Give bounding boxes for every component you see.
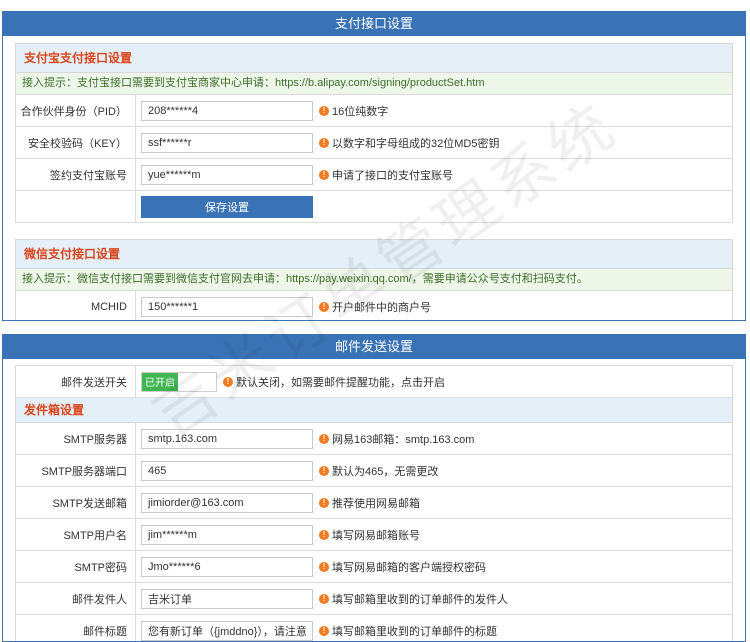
mail-switch-toggle[interactable]: 已开启: [141, 371, 217, 392]
mail-switch-row: 邮件发送开关 已开启 ! 默认关闭，如需要邮件提醒功能，点击开启: [16, 366, 732, 398]
sender-mail-row: SMTP发送邮箱 !推荐使用网易邮箱: [16, 487, 732, 519]
info-dot-icon: !: [319, 497, 329, 508]
save-button[interactable]: 保存设置: [141, 195, 313, 218]
payment-settings-panel: 支付接口设置 支付宝支付接口设置 接入提示：支付宝接口需要到支付宝商家中心申请：…: [2, 11, 746, 321]
subject-row: 邮件标题 !填写邮箱里收到的订单邮件的标题: [16, 615, 732, 641]
subject-label: 邮件标题: [16, 615, 136, 641]
port-row: SMTP服务器端口 !默认为465，无需更改: [16, 455, 732, 487]
mchid-input[interactable]: [141, 296, 313, 317]
sender-mail-label: SMTP发送邮箱: [16, 487, 136, 518]
mail-switch-section: 邮件发送开关 已开启 ! 默认关闭，如需要邮件提醒功能，点击开启 发件箱设置 SM…: [15, 365, 733, 641]
pid-label: 合作伙伴身份（PID）: [16, 95, 136, 126]
smtp-port-input[interactable]: [141, 460, 313, 481]
smtp-email-input[interactable]: [141, 492, 313, 513]
account-input[interactable]: [141, 164, 313, 185]
info-dot-icon: !: [319, 561, 329, 572]
sender-name-input[interactable]: [141, 588, 313, 609]
info-dot-icon: !: [319, 625, 329, 636]
wechat-row-mchid: MCHID !开户邮件中的商户号: [16, 291, 732, 320]
info-dot-icon: !: [319, 105, 329, 116]
mchid-label: MCHID: [16, 291, 136, 320]
pid-input[interactable]: [141, 100, 313, 121]
password-label: SMTP密码: [16, 551, 136, 582]
subject-hint: 填写邮箱里收到的订单邮件的标题: [332, 625, 497, 638]
smtp-password-input[interactable]: [141, 556, 313, 577]
key-input[interactable]: [141, 132, 313, 153]
info-dot-icon: !: [319, 529, 329, 540]
info-dot-icon: !: [319, 301, 329, 312]
outbox-section-title: 发件箱设置: [16, 398, 732, 423]
username-row: SMTP用户名 !填写网易邮箱账号: [16, 519, 732, 551]
smtp-row: SMTP服务器 !网易163邮箱：smtp.163.com: [16, 423, 732, 455]
smtp-hint: 网易163邮箱：smtp.163.com: [332, 433, 475, 446]
alipay-row-save: 保存设置: [16, 191, 732, 223]
info-dot-icon: !: [319, 593, 329, 604]
password-row: SMTP密码 !填写网易邮箱的客户端授权密码: [16, 551, 732, 583]
pid-hint: 16位纯数字: [332, 105, 389, 118]
username-label: SMTP用户名: [16, 519, 136, 550]
mail-panel-title: 邮件发送设置: [3, 335, 745, 359]
port-label: SMTP服务器端口: [16, 455, 136, 486]
sender-mail-hint: 推荐使用网易邮箱: [332, 497, 420, 510]
smtp-label: SMTP服务器: [16, 423, 136, 454]
wechat-section: 微信支付接口设置 接入提示：微信支付接口需要到微信支付官网去申请：https:/…: [15, 239, 733, 320]
sender-name-hint: 填写邮箱里收到的订单邮件的发件人: [332, 593, 508, 606]
sender-name-row: 邮件发件人 !填写邮箱里收到的订单邮件的发件人: [16, 583, 732, 615]
alipay-row-account: 签约支付宝账号 !申请了接口的支付宝账号: [16, 159, 732, 191]
password-hint: 填写网易邮箱的客户端授权密码: [332, 561, 486, 574]
key-hint: 以数字和字母组成的32位MD5密钥: [332, 137, 500, 150]
alipay-section-title: 支付宝支付接口设置: [16, 43, 732, 73]
smtp-server-input[interactable]: [141, 428, 313, 449]
alipay-row-key: 安全校验码（KEY） !以数字和字母组成的32位MD5密钥: [16, 127, 732, 159]
info-dot-icon: !: [223, 376, 233, 387]
account-hint: 申请了接口的支付宝账号: [332, 169, 453, 182]
switch-label: 邮件发送开关: [16, 366, 136, 397]
info-dot-icon: !: [319, 465, 329, 476]
info-dot-icon: !: [319, 137, 329, 148]
switch-hint: 默认关闭，如需要邮件提醒功能，点击开启: [236, 376, 445, 389]
payment-panel-title: 支付接口设置: [3, 12, 745, 36]
switch-on-text: 已开启: [142, 372, 178, 391]
info-dot-icon: !: [319, 433, 329, 444]
key-label: 安全校验码（KEY）: [16, 127, 136, 158]
alipay-row-pid: 合作伙伴身份（PID） !16位纯数字: [16, 95, 732, 127]
sender-name-label: 邮件发件人: [16, 583, 136, 614]
account-label: 签约支付宝账号: [16, 159, 136, 190]
username-hint: 填写网易邮箱账号: [332, 529, 420, 542]
wechat-tip: 接入提示：微信支付接口需要到微信支付官网去申请：https://pay.weix…: [16, 269, 732, 291]
smtp-username-input[interactable]: [141, 524, 313, 545]
alipay-section: 支付宝支付接口设置 接入提示：支付宝接口需要到支付宝商家中心申请：https:/…: [15, 43, 733, 223]
info-dot-icon: !: [319, 169, 329, 180]
alipay-tip: 接入提示：支付宝接口需要到支付宝商家中心申请：https://b.alipay.…: [16, 73, 732, 95]
mail-settings-panel: 邮件发送设置 邮件发送开关 已开启 ! 默认关闭，如需要邮件提醒功能，点击开启 发…: [2, 334, 746, 642]
port-hint: 默认为465，无需更改: [332, 465, 439, 478]
mail-subject-input[interactable]: [141, 620, 313, 641]
mchid-hint: 开户邮件中的商户号: [332, 301, 431, 314]
wechat-section-title: 微信支付接口设置: [16, 239, 732, 269]
